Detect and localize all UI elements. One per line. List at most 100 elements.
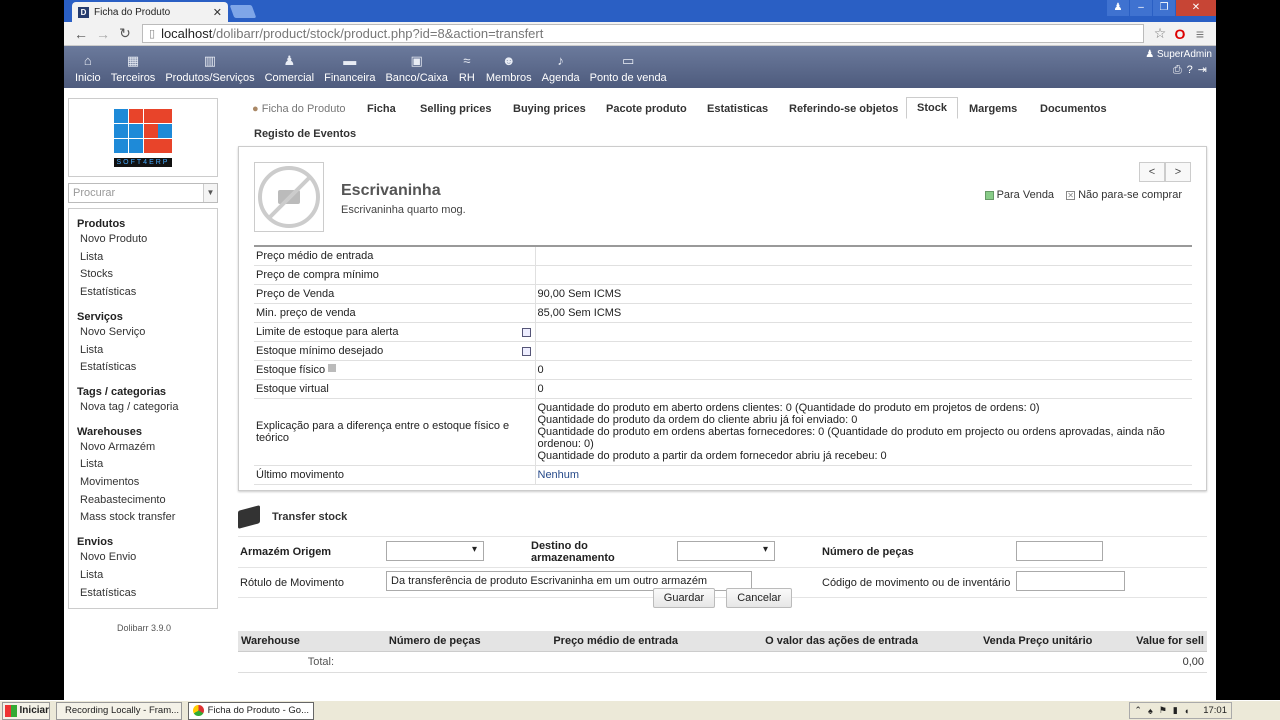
left-menu-item-nova-tag[interactable]: Nova tag / categoria bbox=[69, 399, 217, 417]
explanation-line: Quantidade do produto em ordens abertas … bbox=[537, 426, 1165, 450]
left-menu-item-lista[interactable]: Lista bbox=[69, 456, 217, 474]
row-value: 0 bbox=[535, 379, 1192, 399]
left-menu-item-estatisticas[interactable]: Estatísticas bbox=[69, 359, 217, 377]
tab-selling-prices[interactable]: Selling prices bbox=[420, 103, 492, 115]
tab-ficha-do-produto[interactable]: ● Ficha do Produto bbox=[252, 103, 346, 115]
tab-referindo-se-objetos[interactable]: Referindo-se objetos bbox=[789, 103, 898, 115]
col-stock-value[interactable]: O valor das ações de entrada bbox=[681, 631, 922, 652]
left-menu-item-estatisticas[interactable]: Estatísticas bbox=[69, 284, 217, 302]
next-record-button[interactable]: > bbox=[1165, 162, 1191, 182]
col-avg-price[interactable]: Preço médio de entrada bbox=[483, 631, 682, 652]
star-icon[interactable]: ☆ bbox=[1150, 25, 1170, 42]
menu-item-ponto-de-venda[interactable]: ▭ Ponto de venda bbox=[585, 53, 672, 88]
taskbar-item-chrome[interactable]: Ficha do Produto - Go... bbox=[188, 701, 314, 720]
tab-margems[interactable]: Margems bbox=[969, 103, 1017, 115]
tab-ficha[interactable]: Ficha bbox=[367, 103, 396, 115]
window-close-icon[interactable]: ✕ bbox=[1176, 0, 1216, 16]
left-menu-head-tags[interactable]: Tags / categorias bbox=[69, 383, 217, 399]
minimize-icon[interactable]: – bbox=[1130, 0, 1152, 16]
row-label: Estoque virtual bbox=[254, 379, 536, 399]
user-name[interactable]: SuperAdmin bbox=[1157, 49, 1212, 60]
col-quantity[interactable]: Número de peças bbox=[336, 631, 484, 652]
last-movement-link[interactable]: Nenhum bbox=[535, 465, 1192, 485]
left-menu-item-lista[interactable]: Lista bbox=[69, 249, 217, 267]
tab-stock[interactable]: Stock bbox=[906, 97, 958, 119]
destination-warehouse-select[interactable] bbox=[677, 540, 775, 561]
network-icon[interactable]: ▮ bbox=[1173, 705, 1178, 716]
left-menu-item-lista[interactable]: Lista bbox=[69, 567, 217, 585]
previous-record-button[interactable]: < bbox=[1139, 162, 1165, 182]
chevron-down-icon[interactable]: ▼ bbox=[203, 184, 217, 202]
table-row: Estoque mínimo desejado bbox=[254, 341, 1192, 361]
clock[interactable]: 17:01 bbox=[1203, 705, 1227, 716]
search-input[interactable]: Procurar ▼ bbox=[68, 183, 218, 203]
tab-buying-prices[interactable]: Buying prices bbox=[513, 103, 586, 115]
tray-flag-icon[interactable]: ⚑ bbox=[1159, 705, 1167, 716]
left-menu-item-movimentos[interactable]: Movimentos bbox=[69, 474, 217, 492]
tab-registo-de-eventos[interactable]: Registo de Eventos bbox=[254, 128, 356, 140]
menu-item-membros[interactable]: ☻ Membros bbox=[481, 53, 537, 88]
logout-icon[interactable]: ⇥ bbox=[1198, 64, 1212, 76]
menu-item-financeira[interactable]: ▬ Financeira bbox=[319, 53, 380, 88]
product-photo-placeholder[interactable] bbox=[254, 162, 324, 232]
restore-icon[interactable]: ❐ bbox=[1153, 0, 1175, 16]
menu-item-rh[interactable]: ≈ RH bbox=[453, 53, 481, 88]
save-button[interactable]: Guardar bbox=[652, 588, 716, 608]
tab-estatisticas[interactable]: Estatisticas bbox=[707, 103, 768, 115]
menu-label: Membros bbox=[485, 72, 532, 84]
warehouse-table: Warehouse Número de peças Preço médio de… bbox=[238, 631, 1207, 673]
menu-item-agenda[interactable]: ♪ Agenda bbox=[537, 53, 585, 88]
close-icon[interactable]: ✕ bbox=[213, 6, 222, 19]
pos-icon: ▭ bbox=[621, 53, 635, 68]
edit-icon[interactable] bbox=[521, 347, 531, 356]
left-menu-head-produtos[interactable]: Produtos bbox=[69, 215, 217, 231]
left-menu-item-reabastecimento[interactable]: Reabastecimento bbox=[69, 492, 217, 510]
col-unit-sell-price[interactable]: Venda Preço unitário bbox=[921, 631, 1096, 652]
quantity-input[interactable] bbox=[1016, 540, 1103, 561]
tray-app-icon[interactable]: ♠ bbox=[1148, 706, 1153, 716]
opera-icon[interactable]: O bbox=[1170, 26, 1190, 42]
left-menu-item-novo-envio[interactable]: Novo Envio bbox=[69, 549, 217, 567]
menu-item-terceiros[interactable]: ▦ Terceiros bbox=[106, 53, 161, 88]
tray-expand-icon[interactable]: ⌃ bbox=[1134, 705, 1142, 716]
left-menu-head-servicos[interactable]: Serviços bbox=[69, 308, 217, 324]
col-value-for-sell[interactable]: Value for sell bbox=[1095, 631, 1207, 652]
edit-icon[interactable] bbox=[521, 328, 531, 337]
row-label: Limite de estoque para alerta bbox=[256, 326, 399, 338]
col-warehouse[interactable]: Warehouse bbox=[238, 631, 337, 652]
browser-tab[interactable]: D Ficha do Produto ✕ bbox=[72, 2, 228, 22]
explanation-line: Quantidade do produto em aberto ordens c… bbox=[537, 402, 1040, 414]
new-tab-button[interactable] bbox=[229, 5, 257, 18]
help-icon[interactable]: ? bbox=[1187, 64, 1198, 76]
menu-item-comercial[interactable]: ♟ Comercial bbox=[260, 53, 320, 88]
origin-warehouse-select[interactable] bbox=[386, 540, 484, 561]
left-menu-head-warehouses[interactable]: Warehouses bbox=[69, 423, 217, 439]
cancel-button[interactable]: Cancelar bbox=[726, 588, 793, 608]
left-menu-item-novo-servico[interactable]: Novo Serviço bbox=[69, 324, 217, 342]
left-menu-item-novo-produto[interactable]: Novo Produto bbox=[69, 231, 217, 249]
info-icon[interactable] bbox=[328, 364, 337, 372]
menu-item-inicio[interactable]: ⌂ Inicio bbox=[70, 53, 106, 88]
taskbar-item-recording[interactable]: Recording Locally - Fram... bbox=[56, 701, 182, 720]
tab-pacote-produto[interactable]: Pacote produto bbox=[606, 103, 687, 115]
print-icon[interactable]: ⎙ bbox=[1173, 64, 1187, 76]
company-logo-box[interactable]: SOFT4ERP bbox=[68, 98, 218, 177]
left-menu-head-envios[interactable]: Envios bbox=[69, 533, 217, 549]
search-placeholder: Procurar bbox=[73, 187, 116, 199]
back-arrow-icon[interactable]: ← bbox=[70, 26, 92, 42]
volume-icon[interactable]: ◖ bbox=[1184, 706, 1189, 716]
menu-icon[interactable]: ≡ bbox=[1190, 26, 1210, 42]
user-icon[interactable]: ♟ bbox=[1107, 0, 1129, 16]
tab-documentos[interactable]: Documentos bbox=[1040, 103, 1107, 115]
left-menu-item-novo-armazem[interactable]: Novo Armazém bbox=[69, 439, 217, 457]
forward-arrow-icon[interactable]: → bbox=[92, 26, 114, 42]
url-input[interactable]: ▯ localhost/dolibarr/product/stock/produ… bbox=[142, 24, 1144, 43]
menu-item-banco[interactable]: ▣ Banco/Caixa bbox=[380, 53, 452, 88]
left-menu-item-stocks[interactable]: Stocks bbox=[69, 266, 217, 284]
start-button[interactable]: Iniciar bbox=[2, 701, 50, 720]
reload-icon[interactable]: ↻ bbox=[114, 25, 136, 42]
left-menu-item-lista[interactable]: Lista bbox=[69, 342, 217, 360]
menu-item-produtos[interactable]: ▥ Produtos/Serviços bbox=[160, 53, 259, 88]
left-menu-item-estatisticas[interactable]: Estatísticas bbox=[69, 585, 217, 603]
left-menu-item-mass-stock-transfer[interactable]: Mass stock transfer bbox=[69, 509, 217, 527]
